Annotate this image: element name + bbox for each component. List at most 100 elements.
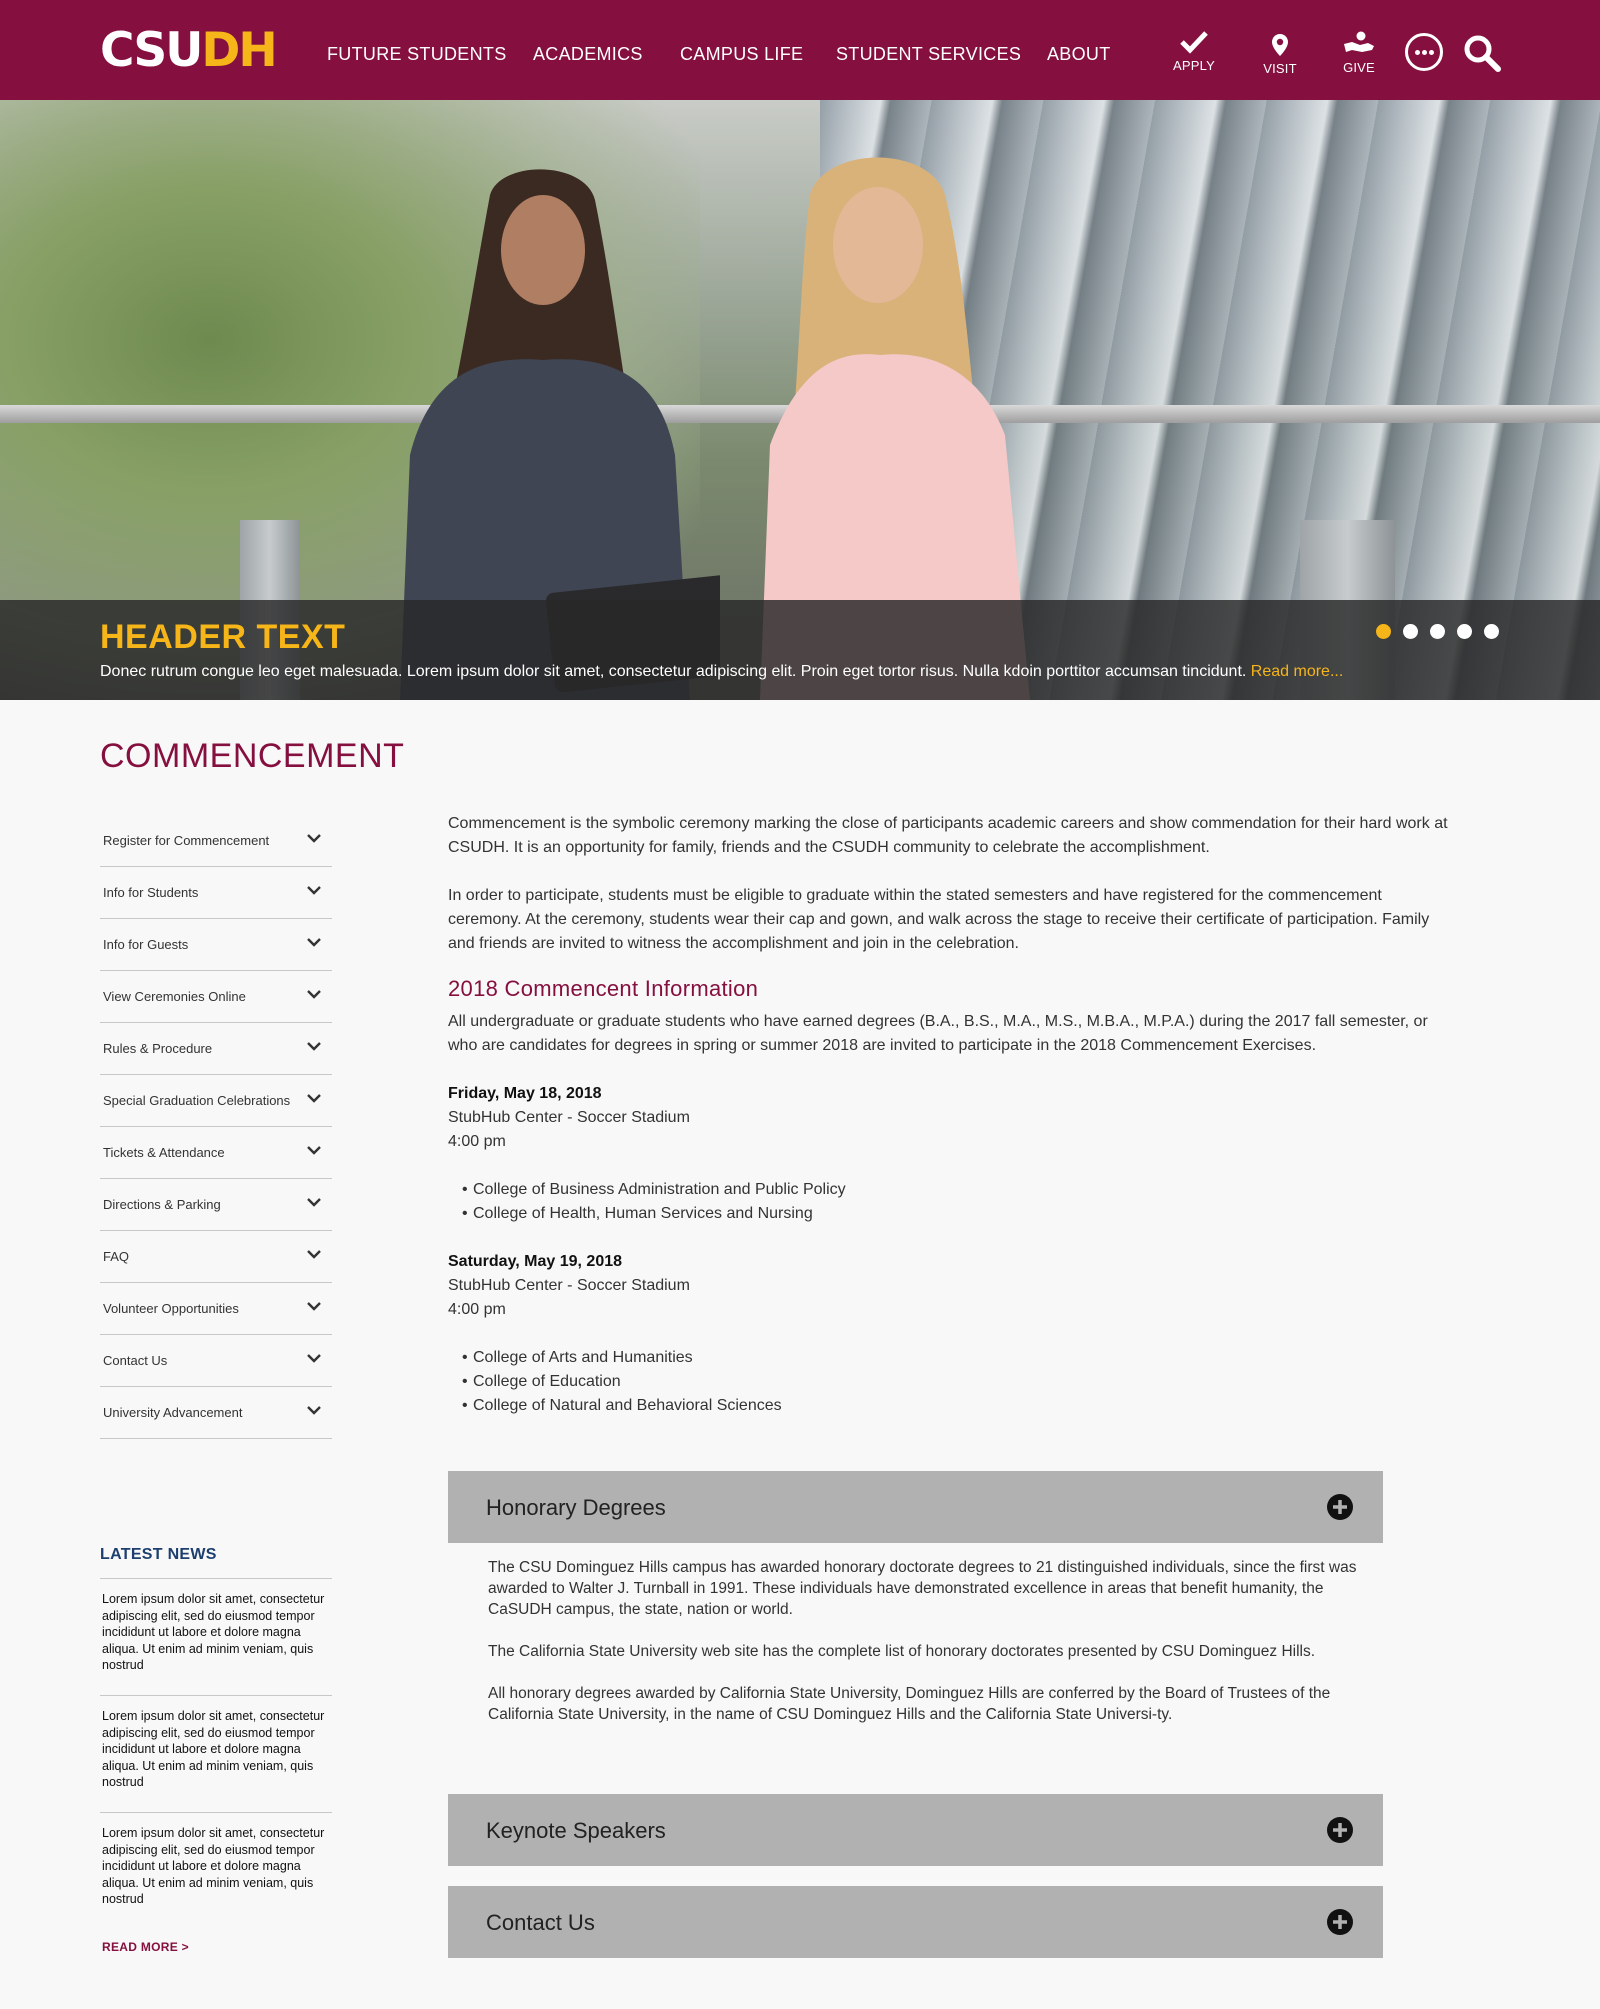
news-item[interactable]: Lorem ipsum dolor sit amet, consectetur … [100,1812,332,1929]
accordion-honorary-degrees[interactable]: Honorary Degrees [448,1471,1383,1543]
chevron-down-icon [307,1198,321,1207]
top-navigation-bar: CSUDH FUTURE STUDENTS ACADEMICS CAMPUS L… [0,0,1600,100]
sidebar-item-info-guests[interactable]: Info for Guests [100,919,332,971]
apply-button[interactable]: APPLY [1164,30,1224,73]
nav-student-services[interactable]: STUDENT SERVICES [836,44,1021,65]
sidebar-item-contact[interactable]: Contact Us [100,1335,332,1387]
give-label: GIVE [1343,60,1375,75]
sidebar-item-label: Info for Students [103,885,199,900]
nav-academics[interactable]: ACADEMICS [533,44,643,65]
plus-circle-icon [1327,1909,1353,1935]
give-button[interactable]: GIVE [1329,30,1389,75]
list-item: College of Arts and Humanities [448,1346,1448,1370]
sidebar-item-tickets[interactable]: Tickets & Attendance [100,1127,332,1179]
ceremony-college-list: College of Business Administration and P… [448,1178,1448,1226]
more-options-button[interactable] [1405,33,1443,71]
sidebar-item-special-celebrations[interactable]: Special Graduation Celebrations [100,1075,332,1127]
checkmark-icon [1180,31,1208,54]
logo-dh-text: DH [201,23,277,78]
ceremony-date: Friday, May 18, 2018 [448,1085,602,1102]
sidebar-navigation: Register for Commencement Info for Stude… [100,815,332,1439]
visit-button[interactable]: VISIT [1250,33,1310,76]
plus-circle-icon [1327,1494,1353,1520]
visit-label: VISIT [1263,61,1297,76]
sidebar-item-directions[interactable]: Directions & Parking [100,1179,332,1231]
hero-text: Donec rutrum congue leo eget malesuada. … [100,663,1343,681]
ceremony-date: Saturday, May 19, 2018 [448,1253,623,1270]
nav-future-students[interactable]: FUTURE STUDENTS [327,44,507,65]
sidebar-item-label: Rules & Procedure [103,1041,213,1056]
chevron-down-icon [307,1250,321,1259]
chevron-down-icon [307,834,321,843]
sidebar-item-label: Tickets & Attendance [103,1145,225,1160]
accordion-paragraph: All honorary degrees awarded by Californ… [488,1685,1331,1723]
hero-title: HEADER TEXT [100,618,346,656]
search-button[interactable] [1462,33,1502,73]
giving-hand-icon [1344,31,1374,52]
logo-csu-text: CSU [100,23,203,78]
list-item: College of Health, Human Services and Nu… [448,1202,1448,1226]
csudh-logo[interactable]: CSUDH [100,23,278,78]
sidebar-item-label: Register for Commencement [103,833,270,848]
news-read-more-link[interactable]: READ MORE > [102,1940,189,1954]
accordion-honorary-degrees-body: The CSU Dominguez Hills campus has award… [488,1557,1358,1746]
chevron-down-icon [307,990,321,999]
chevron-down-icon [307,938,321,947]
carousel-dot-2[interactable] [1403,624,1418,639]
sidebar-item-label: University Advancement [103,1405,243,1420]
ceremony-time: 4:00 pm [448,1301,506,1318]
chevron-down-icon [307,1146,321,1155]
accordion-paragraph: The CSU Dominguez Hills campus has award… [488,1559,1357,1618]
section-paragraph: All undergraduate or graduate students w… [448,1013,1428,1054]
search-icon [1464,35,1501,72]
sidebar-item-volunteer[interactable]: Volunteer Opportunities [100,1283,332,1335]
list-item: College of Natural and Behavioral Scienc… [448,1394,1448,1418]
carousel-dot-1[interactable] [1376,624,1391,639]
carousel-dot-5[interactable] [1484,624,1499,639]
sidebar-item-advancement[interactable]: University Advancement [100,1387,332,1439]
sidebar-item-view-ceremonies[interactable]: View Ceremonies Online [100,971,332,1023]
intro-paragraph-1: Commencement is the symbolic ceremony ma… [448,815,1448,856]
nav-campus-life[interactable]: CAMPUS LIFE [680,44,803,65]
hero-description: Donec rutrum congue leo eget malesuada. … [100,663,1247,680]
intro-paragraph-2: In order to participate, students must b… [448,887,1430,952]
sidebar-item-label: Info for Guests [103,937,189,952]
chevron-down-icon [307,886,321,895]
latest-news-list: Lorem ipsum dolor sit amet, consectetur … [100,1578,332,1929]
carousel-dot-3[interactable] [1430,624,1445,639]
accordion-keynote-speakers[interactable]: Keynote Speakers [448,1794,1383,1866]
chevron-down-icon [307,1406,321,1415]
ceremony-venue: StubHub Center - Soccer Stadium [448,1109,690,1126]
list-item: College of Business Administration and P… [448,1178,1448,1202]
plus-circle-icon [1327,1817,1353,1843]
section-heading: 2018 Commencent Information [448,976,759,1001]
sidebar-item-label: Directions & Parking [103,1197,221,1212]
map-pin-icon [1272,34,1288,56]
accordion-title: Contact Us [486,1910,595,1935]
main-content: Commencement is the symbolic ceremony ma… [448,812,1448,1418]
chevron-down-icon [307,1094,321,1103]
news-item[interactable]: Lorem ipsum dolor sit amet, consectetur … [100,1695,332,1812]
sidebar-item-faq[interactable]: FAQ [100,1231,332,1283]
sidebar-item-label: View Ceremonies Online [103,989,246,1004]
sidebar-item-register[interactable]: Register for Commencement [100,815,332,867]
sidebar-item-label: FAQ [103,1249,130,1264]
page-title: COMMENCEMENT [100,737,405,775]
latest-news-heading: LATEST NEWS [100,1546,217,1563]
nav-about[interactable]: ABOUT [1047,44,1111,65]
hero-read-more-link[interactable]: Read more... [1251,663,1343,680]
ceremony-time: 4:00 pm [448,1133,506,1150]
sidebar-item-label: Special Graduation Celebrations [103,1093,291,1108]
chevron-down-icon [307,1042,321,1051]
chevron-down-icon [307,1354,321,1363]
carousel-dot-4[interactable] [1457,624,1472,639]
sidebar-item-label: Volunteer Opportunities [103,1301,239,1316]
accordion-contact-us[interactable]: Contact Us [448,1886,1383,1958]
chevron-down-icon [307,1302,321,1311]
sidebar-item-info-students[interactable]: Info for Students [100,867,332,919]
news-item[interactable]: Lorem ipsum dolor sit amet, consectetur … [100,1578,332,1695]
accordion-paragraph: The California State University web site… [488,1643,1316,1660]
sidebar-item-rules[interactable]: Rules & Procedure [100,1023,332,1075]
ceremony-venue: StubHub Center - Soccer Stadium [448,1277,690,1294]
list-item: College of Education [448,1370,1448,1394]
